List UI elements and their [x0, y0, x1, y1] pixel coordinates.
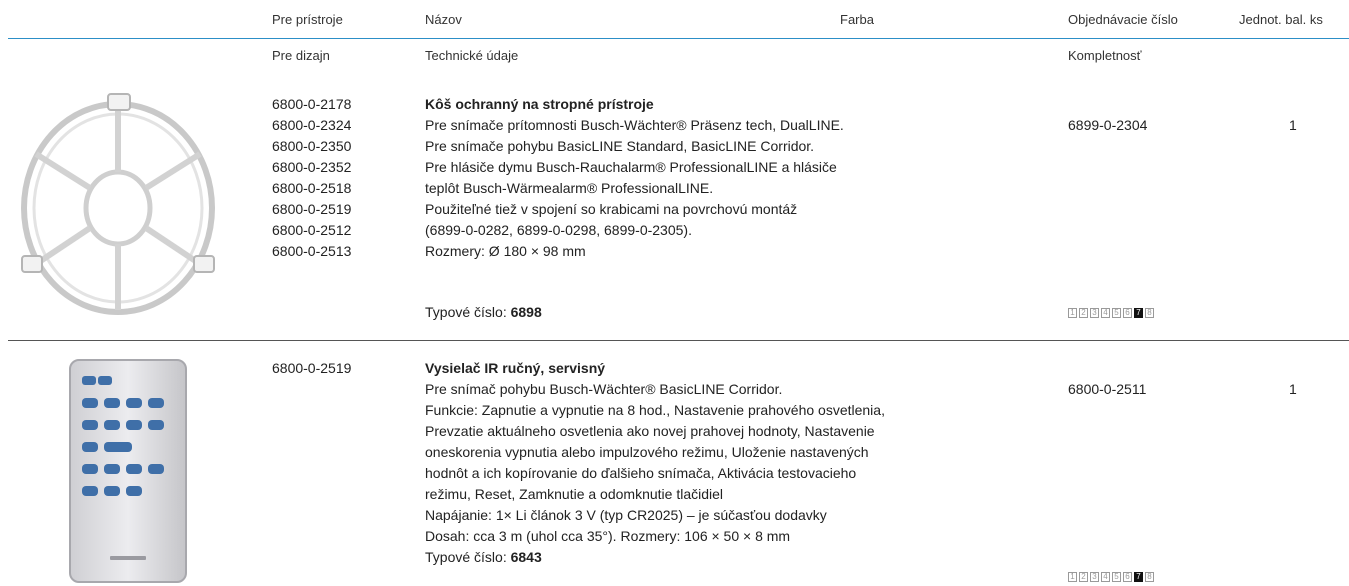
description-line: Pre snímače prítomnosti Busch-Wächter® P…	[425, 117, 844, 133]
device-number: 6800-0-2518	[272, 180, 352, 196]
description-line: teplôt Busch-Wärmealarm® ProfessionalLIN…	[425, 180, 714, 196]
description-line: Pre snímače pohybu BasicLINE Standard, B…	[425, 138, 815, 154]
col-header-name: Názov	[425, 12, 462, 27]
product-1-page-indicator: 1 2 3 4 5 6 7 8	[1068, 308, 1154, 318]
page-box: 5	[1112, 572, 1121, 582]
product-1-description: Kôš ochranný na stropné prístroje Pre sn…	[425, 94, 844, 262]
device-number: 6800-0-2350	[272, 138, 352, 154]
col-header-order-number: Objednávacie číslo	[1068, 12, 1178, 27]
page-box: 6	[1123, 308, 1132, 318]
device-number: 6800-0-2512	[272, 222, 352, 238]
page-box-active: 7	[1134, 308, 1143, 318]
device-number: 6800-0-2178	[272, 96, 352, 112]
page-box: 3	[1090, 308, 1099, 318]
col-header-color: Farba	[840, 12, 874, 27]
device-number: 6800-0-2513	[272, 243, 352, 259]
description-line: Prevzatie aktuálneho osvetlenia ako nove…	[425, 423, 875, 439]
col-header-tech-data: Technické údaje	[425, 48, 519, 63]
description-line: (6899-0-0282, 6899-0-0298, 6899-0-2305).	[425, 222, 692, 238]
device-number: 6800-0-2352	[272, 159, 352, 175]
page-box: 2	[1079, 308, 1088, 318]
description-line: Rozmery: Ø 180 × 98 mm	[425, 243, 586, 259]
page-box: 6	[1123, 572, 1132, 582]
product-2-type-number: Typové číslo: 6843	[425, 547, 885, 568]
description-line: režimu, Reset, Zamknutie a odomknutie tl…	[425, 486, 724, 502]
col-header-design: Pre dizajn	[272, 48, 330, 63]
product-1-pack-qty: 1	[1289, 117, 1297, 133]
device-number: 6800-0-2519	[272, 201, 352, 217]
product-2-order-number: 6800-0-2511	[1068, 381, 1147, 397]
protective-cage-icon	[21, 93, 215, 315]
page-box: 5	[1112, 308, 1121, 318]
product-2-device-number: 6800-0-2519	[272, 360, 352, 376]
col-header-devices: Pre prístroje	[272, 12, 343, 27]
page-box: 1	[1068, 308, 1077, 318]
product-divider	[8, 340, 1349, 341]
description-line: oneskorenia vypnutia alebo impulzového r…	[425, 444, 869, 460]
description-line: Použiteľné tiež v spojení so krabicami n…	[425, 201, 798, 217]
description-line: Dosah: cca 3 m (uhol cca 35°). Rozmery: …	[425, 528, 791, 544]
product-2-pack-qty: 1	[1289, 381, 1297, 397]
product-1-device-list: 6800-0-2178 6800-0-2324 6800-0-2350 6800…	[272, 94, 351, 262]
description-line: Pre snímač pohybu Busch-Wächter® BasicLI…	[425, 381, 783, 397]
product-1-order-number: 6899-0-2304	[1068, 117, 1148, 133]
product-title: Kôš ochranný na stropné prístroje	[425, 96, 654, 112]
type-number-label: Typové číslo:	[425, 549, 511, 565]
page-box: 8	[1145, 308, 1154, 318]
col-header-pack-qty: Jednot. bal. ks	[1239, 12, 1323, 27]
product-2-description: Vysielač IR ručný, servisný Pre snímač p…	[425, 358, 885, 568]
page-box: 2	[1079, 572, 1088, 582]
type-number-label: Typové číslo:	[425, 304, 511, 320]
description-line: Napájanie: 1× Li článok 3 V (typ CR2025)…	[425, 507, 827, 523]
type-number-value: 6843	[510, 549, 542, 565]
page-box: 3	[1090, 572, 1099, 582]
device-number: 6800-0-2324	[272, 117, 352, 133]
product-1-type-number: Typové číslo: 6898	[425, 302, 542, 323]
description-line: Pre hlásiče dymu Busch-Rauchalarm® Profe…	[425, 159, 837, 175]
type-number-value: 6898	[510, 304, 542, 320]
product-title: Vysielač IR ručný, servisný	[425, 360, 606, 376]
header-divider	[8, 38, 1349, 39]
page-box: 4	[1101, 308, 1110, 318]
page-box: 4	[1101, 572, 1110, 582]
page-box-active: 7	[1134, 572, 1143, 582]
page-box: 8	[1145, 572, 1154, 582]
ir-remote-control-icon	[69, 359, 187, 583]
col-header-completeness: Kompletnosť	[1068, 48, 1142, 63]
product-2-page-indicator: 1 2 3 4 5 6 7 8	[1068, 572, 1154, 582]
description-line: hodnôt a ich kopírovanie do ďalšieho sní…	[425, 465, 857, 481]
description-line: Funkcie: Zapnutie a vypnutie na 8 hod., …	[425, 402, 885, 418]
page-box: 1	[1068, 572, 1077, 582]
